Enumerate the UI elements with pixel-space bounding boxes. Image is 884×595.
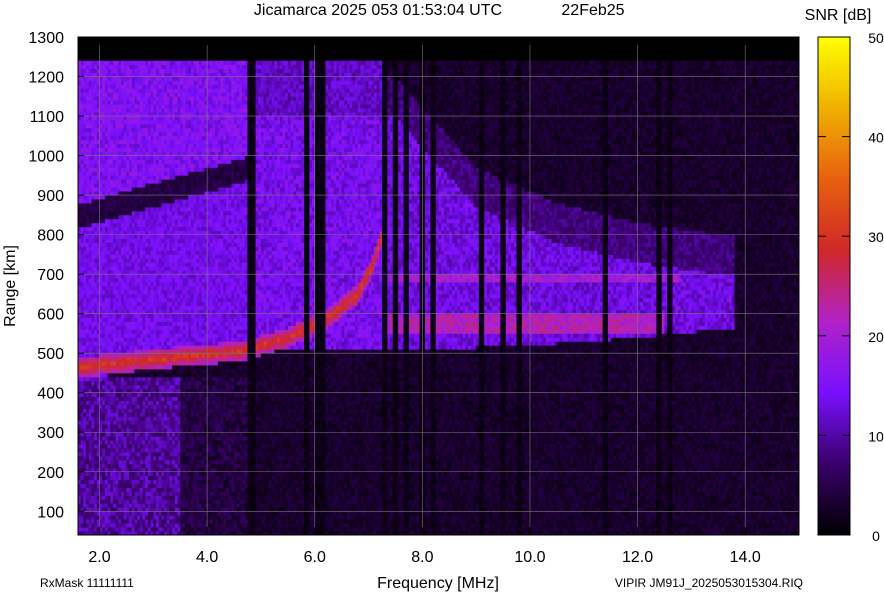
colorbar-tick-label: 30	[868, 229, 884, 245]
y-tick-label: 200	[37, 465, 64, 482]
x-tick-label: 4.0	[196, 549, 218, 566]
y-tick-label: 1000	[28, 149, 64, 166]
colorbar-tick-label: 50	[868, 30, 884, 46]
x-tick-label: 8.0	[411, 549, 433, 566]
y-tick-label: 1200	[28, 70, 64, 87]
y-tick-label: 500	[37, 346, 64, 363]
colorbar-label: SNR [dB]	[805, 7, 872, 24]
colorbar-tick-label: 20	[868, 329, 884, 345]
heatmap-layer	[78, 61, 799, 536]
chart-title: Jicamarca 2025 053 01:53:04 UTC	[254, 2, 502, 19]
y-tick-label: 900	[37, 188, 64, 205]
x-tick-label: 10.0	[514, 549, 545, 566]
colorbar	[818, 37, 850, 535]
y-axis-label: Range [km]	[2, 245, 19, 327]
y-tick-label: 100	[37, 504, 64, 521]
ionogram-chart: Jicamarca 2025 053 01:53:04 UTC 22Feb25 …	[0, 0, 884, 595]
rxmask-label: RxMask 11111111	[40, 576, 134, 590]
file-label: VIPIR JM91J_2025053015304.RIQ	[615, 576, 803, 590]
y-tick-label: 400	[37, 386, 64, 403]
x-tick-label: 12.0	[622, 549, 653, 566]
y-axis-ticks: 100 200 300 400 500 600 700 800 900 1000 1100 1200 1…	[28, 30, 84, 521]
x-tick-label: 2.0	[88, 549, 110, 566]
colorbar-tick-label: 0	[872, 528, 880, 544]
x-axis-label: Frequency [MHz]	[377, 575, 499, 592]
colorbar-tick-label: 40	[868, 130, 884, 146]
y-tick-label: 300	[37, 425, 64, 442]
colorbar-tick-label: 10	[868, 428, 884, 444]
y-tick-label: 1100	[30, 109, 65, 126]
y-tick-label: 700	[37, 267, 64, 284]
y-tick-label: 1300	[28, 30, 64, 47]
y-tick-label: 600	[37, 307, 64, 324]
chart-date: 22Feb25	[561, 2, 624, 19]
y-tick-label: 800	[37, 228, 64, 245]
x-tick-label: 6.0	[304, 549, 326, 566]
x-tick-label: 14.0	[730, 549, 761, 566]
